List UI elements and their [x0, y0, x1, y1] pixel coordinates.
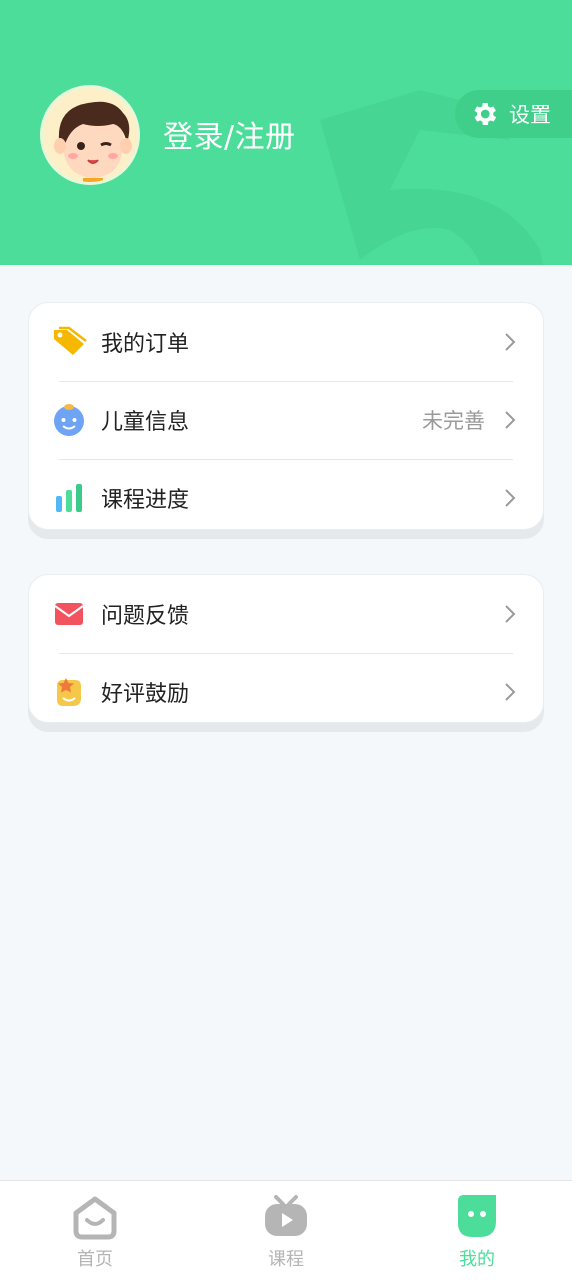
tab-profile[interactable]: 我的	[417, 1191, 537, 1276]
tab-label: 我的	[459, 1249, 495, 1270]
menu-item-child-info[interactable]: 儿童信息 未完善	[29, 381, 543, 459]
menu-item-feedback[interactable]: 问题反馈	[29, 575, 543, 653]
avatar[interactable]	[40, 85, 140, 185]
menu-item-progress[interactable]: 课程进度	[29, 459, 543, 537]
tab-home[interactable]: 首页	[35, 1191, 155, 1276]
menu-item-label: 儿童信息	[101, 410, 190, 435]
menu-card-feedback: 问题反馈 好评鼓励	[28, 574, 544, 723]
bottom-tab-bar: 首页 课程 我的	[0, 1180, 572, 1280]
profile-header: 登录/注册 设置	[0, 0, 572, 265]
login-register-link[interactable]: 登录/注册	[163, 112, 296, 156]
chevron-right-icon	[505, 489, 516, 507]
tab-label: 首页	[77, 1249, 113, 1270]
menu-item-label: 问题反馈	[101, 604, 190, 629]
chevron-right-icon	[505, 333, 516, 351]
settings-button[interactable]: 设置	[455, 90, 572, 138]
tab-label: 课程	[268, 1249, 304, 1270]
bar-chart-icon	[56, 484, 82, 512]
boy-avatar-icon	[43, 88, 137, 182]
status-text: 未完善	[422, 409, 485, 433]
envelope-icon	[54, 603, 84, 625]
menu-item-orders[interactable]: 我的订单	[29, 303, 543, 381]
chevron-right-icon	[505, 411, 516, 429]
menu-item-rating[interactable]: 好评鼓励	[29, 653, 543, 731]
star-badge-icon	[57, 678, 81, 706]
profile-icon	[458, 1195, 496, 1237]
menu-item-label: 课程进度	[101, 488, 190, 513]
tv-play-icon	[265, 1195, 307, 1236]
home-icon	[73, 1196, 117, 1240]
gear-icon	[474, 103, 497, 125]
tag-icon	[54, 326, 87, 355]
settings-label: 设置	[509, 103, 551, 127]
chevron-right-icon	[505, 605, 516, 623]
chevron-right-icon	[505, 683, 516, 701]
menu-item-label: 我的订单	[101, 332, 190, 357]
menu-item-label: 好评鼓励	[101, 682, 190, 707]
tab-courses[interactable]: 课程	[226, 1191, 346, 1276]
child-face-icon	[54, 404, 84, 436]
menu-card-account: 我的订单 儿童信息 未完善 课程进度	[28, 302, 544, 530]
